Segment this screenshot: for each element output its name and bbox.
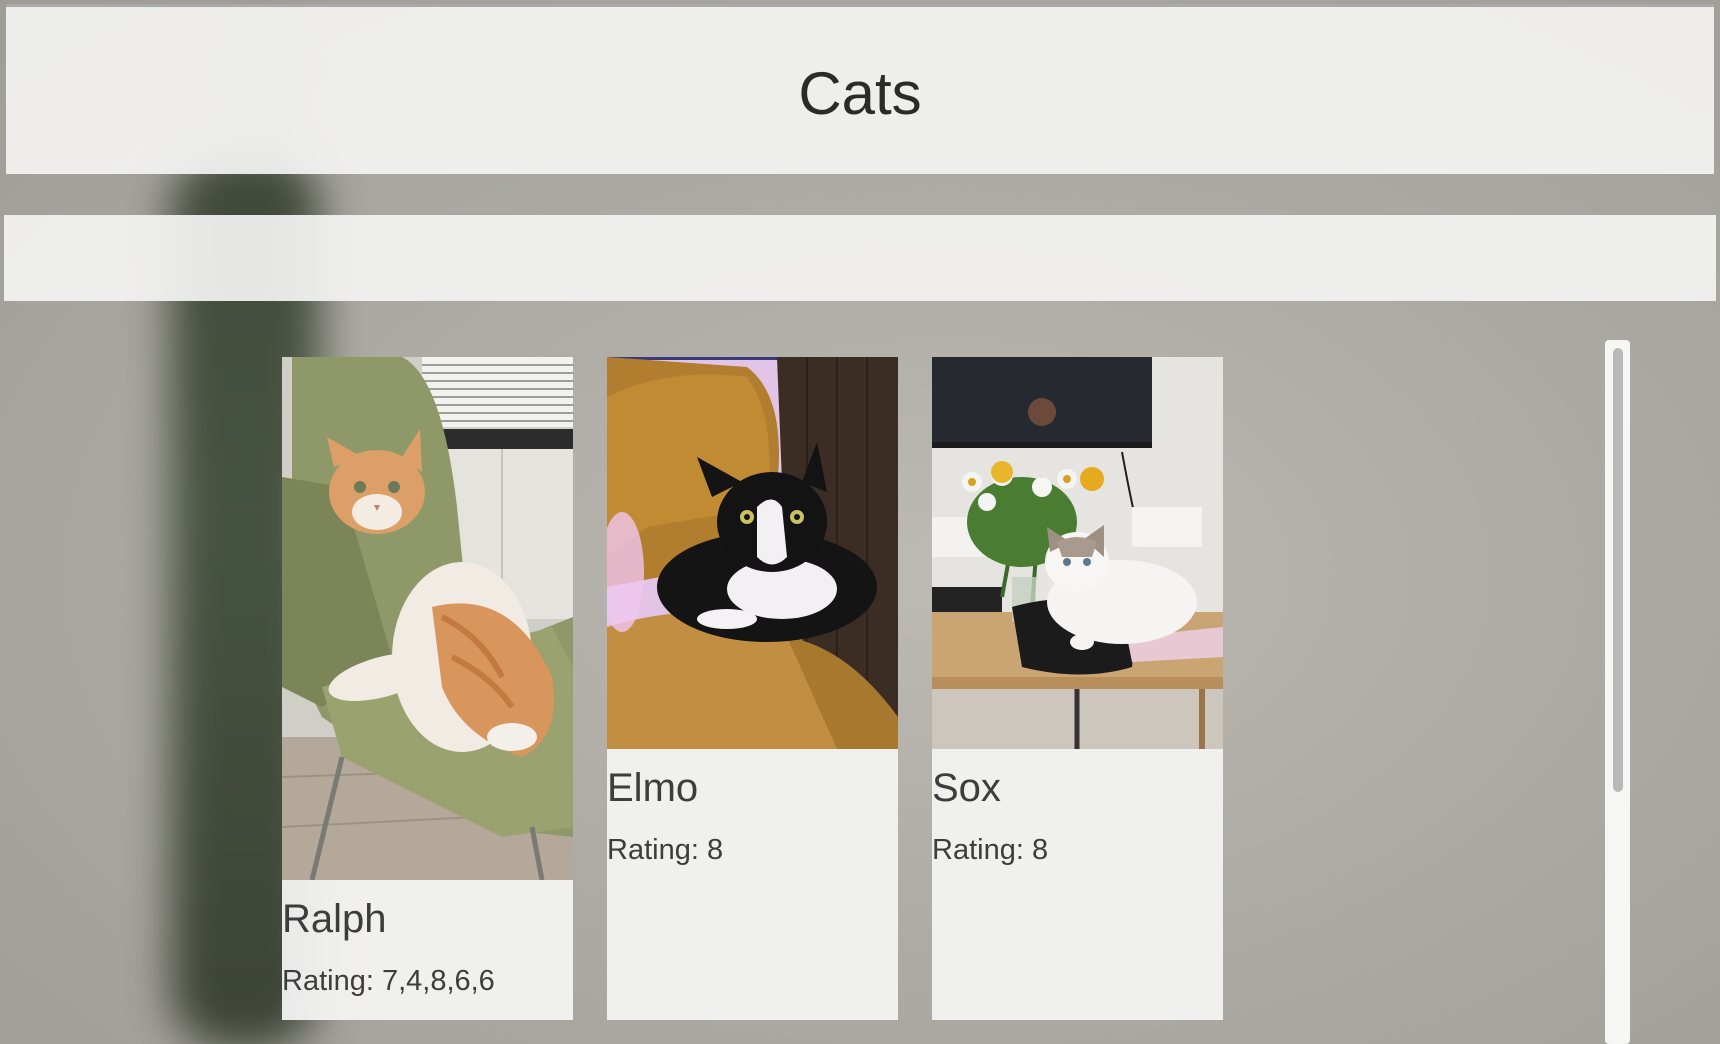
scrollbar-thumb[interactable]	[1613, 348, 1623, 792]
cat-photo-elmo	[607, 357, 898, 749]
white-cat-photo-icon	[932, 357, 1223, 749]
cat-photo-ralph	[282, 357, 573, 880]
toolbar-bar	[4, 215, 1716, 301]
black-white-cat-photo-icon	[607, 357, 898, 749]
cat-rating-ralph: Rating: 7,4,8,6,6	[282, 965, 495, 997]
cat-card-ralph[interactable]: Ralph Rating: 7,4,8,6,6	[282, 357, 573, 1020]
cat-rating-sox: Rating: 8	[932, 834, 1049, 866]
cat-card-sox[interactable]: Sox Rating: 8	[932, 357, 1223, 1020]
cat-photo-sox	[932, 357, 1223, 749]
cat-name-sox: Sox	[932, 766, 1001, 810]
orange-cat-photo-icon	[282, 357, 573, 880]
cat-name-ralph: Ralph	[282, 897, 387, 941]
page-header: Cats	[6, 4, 1714, 174]
cat-name-elmo: Elmo	[607, 766, 699, 810]
scrollbar[interactable]	[1605, 340, 1630, 1044]
cat-card-elmo[interactable]: Elmo Rating: 8	[607, 357, 898, 1020]
page-title: Cats	[798, 60, 922, 127]
cat-rating-elmo: Rating: 8	[607, 834, 724, 866]
